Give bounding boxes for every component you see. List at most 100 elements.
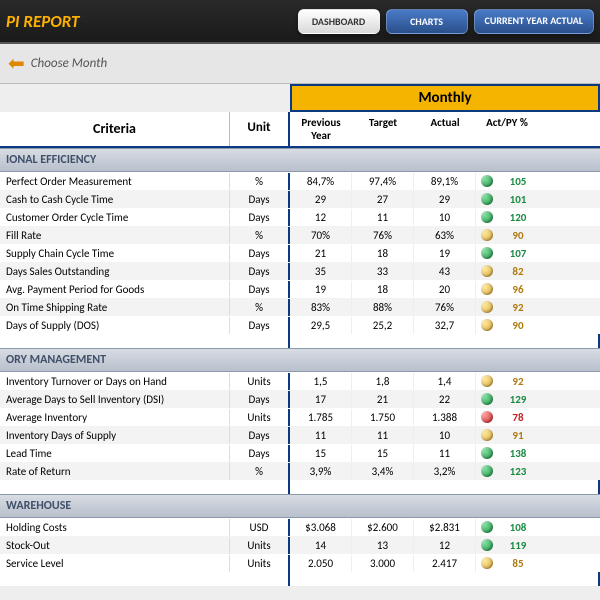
report-title: PI REPORT — [0, 11, 79, 32]
prev-cell: 21 — [290, 245, 352, 262]
unit-cell: Days — [230, 245, 290, 262]
table-row: Customer Order Cycle TimeDays121110120 — [0, 208, 600, 226]
table-row: Days of Supply (DOS)Days29,525,232,790 — [0, 316, 600, 334]
status-dot-icon — [481, 521, 493, 533]
header-previous: Previous Year — [290, 112, 352, 146]
indicator-cell — [476, 465, 498, 477]
status-dot-icon — [481, 283, 493, 295]
target-cell: 13 — [352, 537, 414, 554]
prev-cell: 84,7% — [290, 173, 352, 190]
table-row: Inventory Turnover or Days on HandUnits1… — [0, 372, 600, 390]
status-dot-icon — [481, 465, 493, 477]
target-cell: 97,4% — [352, 173, 414, 190]
criteria-cell: Stock-Out — [0, 537, 230, 554]
prev-cell: $3.068 — [290, 519, 352, 536]
pct-cell: 138 — [498, 445, 538, 462]
criteria-cell: Fill Rate — [0, 227, 230, 244]
actual-cell: 43 — [414, 263, 476, 280]
prev-cell: 3,9% — [290, 463, 352, 480]
table-row: Service LevelUnits2.0503.0002.41785 — [0, 554, 600, 572]
table-row: Avg. Payment Period for GoodsDays1918209… — [0, 280, 600, 298]
target-cell: 3.000 — [352, 555, 414, 572]
actual-cell: 89,1% — [414, 173, 476, 190]
actual-cell: 63% — [414, 227, 476, 244]
table-row: Average Days to Sell Inventory (DSI)Days… — [0, 390, 600, 408]
unit-cell: % — [230, 299, 290, 316]
unit-cell: Days — [230, 391, 290, 408]
unit-cell: USD — [230, 519, 290, 536]
indicator-cell — [476, 319, 498, 331]
target-cell: 3,4% — [352, 463, 414, 480]
unit-cell: Days — [230, 191, 290, 208]
actual-cell: 32,7 — [414, 317, 476, 334]
status-dot-icon — [481, 301, 493, 313]
unit-cell: Units — [230, 555, 290, 572]
status-dot-icon — [481, 211, 493, 223]
target-cell: 18 — [352, 245, 414, 262]
unit-cell: Days — [230, 281, 290, 298]
indicator-cell — [476, 375, 498, 387]
target-cell: 88% — [352, 299, 414, 316]
criteria-cell: Inventory Days of Supply — [0, 427, 230, 444]
current-year-button[interactable]: CURRENT YEAR ACTUAL — [474, 9, 594, 34]
status-dot-icon — [481, 175, 493, 187]
actual-cell: 2.417 — [414, 555, 476, 572]
actual-cell: $2.831 — [414, 519, 476, 536]
indicator-cell — [476, 447, 498, 459]
criteria-cell: Service Level — [0, 555, 230, 572]
target-cell: 1,8 — [352, 373, 414, 390]
table-row: Supply Chain Cycle TimeDays211819107 — [0, 244, 600, 262]
indicator-cell — [476, 175, 498, 187]
unit-cell: % — [230, 463, 290, 480]
prev-cell: 1.785 — [290, 409, 352, 426]
pct-cell: 123 — [498, 463, 538, 480]
prev-cell: 17 — [290, 391, 352, 408]
status-dot-icon — [481, 429, 493, 441]
target-cell: 15 — [352, 445, 414, 462]
dashboard-button[interactable]: DASHBOARD — [298, 9, 380, 34]
pct-cell: 101 — [498, 191, 538, 208]
pct-cell: 129 — [498, 391, 538, 408]
indicator-cell — [476, 193, 498, 205]
pct-cell: 107 — [498, 245, 538, 262]
actual-cell: 20 — [414, 281, 476, 298]
status-dot-icon — [481, 319, 493, 331]
nav-buttons: DASHBOARD CHARTS CURRENT YEAR ACTUAL — [298, 9, 600, 34]
pct-cell: 108 — [498, 519, 538, 536]
status-dot-icon — [481, 539, 493, 551]
actual-cell: 19 — [414, 245, 476, 262]
indicator-cell — [476, 301, 498, 313]
header-target: Target — [352, 112, 414, 146]
unit-cell: Days — [230, 427, 290, 444]
pct-cell: 82 — [498, 263, 538, 280]
header-actpy: Act/PY % — [476, 112, 538, 146]
prev-cell: 29,5 — [290, 317, 352, 334]
actual-cell: 10 — [414, 427, 476, 444]
prev-cell: 14 — [290, 537, 352, 554]
arrow-left-icon[interactable]: ⬅ — [8, 51, 25, 76]
pct-cell: 120 — [498, 209, 538, 226]
target-cell: 11 — [352, 427, 414, 444]
indicator-cell — [476, 521, 498, 533]
choose-month-label[interactable]: Choose Month — [31, 56, 107, 71]
section-header: WAREHOUSE — [0, 494, 600, 518]
status-dot-icon — [481, 265, 493, 277]
pct-cell: 78 — [498, 409, 538, 426]
charts-button[interactable]: CHARTS — [386, 9, 468, 34]
table-row: On Time Shipping Rate%83%88%76%92 — [0, 298, 600, 316]
target-cell: 27 — [352, 191, 414, 208]
criteria-cell: Days Sales Outstanding — [0, 263, 230, 280]
actual-cell: 10 — [414, 209, 476, 226]
target-cell: 1.750 — [352, 409, 414, 426]
prev-cell: 70% — [290, 227, 352, 244]
prev-cell: 35 — [290, 263, 352, 280]
actual-cell: 1.388 — [414, 409, 476, 426]
prev-cell: 19 — [290, 281, 352, 298]
table-row: Inventory Days of SupplyDays11111091 — [0, 426, 600, 444]
criteria-cell: Perfect Order Measurement — [0, 173, 230, 190]
prev-cell: 15 — [290, 445, 352, 462]
controls-bar: ⬅ Choose Month — [0, 44, 600, 84]
criteria-cell: Lead Time — [0, 445, 230, 462]
pct-cell: 119 — [498, 537, 538, 554]
unit-cell: Days — [230, 445, 290, 462]
